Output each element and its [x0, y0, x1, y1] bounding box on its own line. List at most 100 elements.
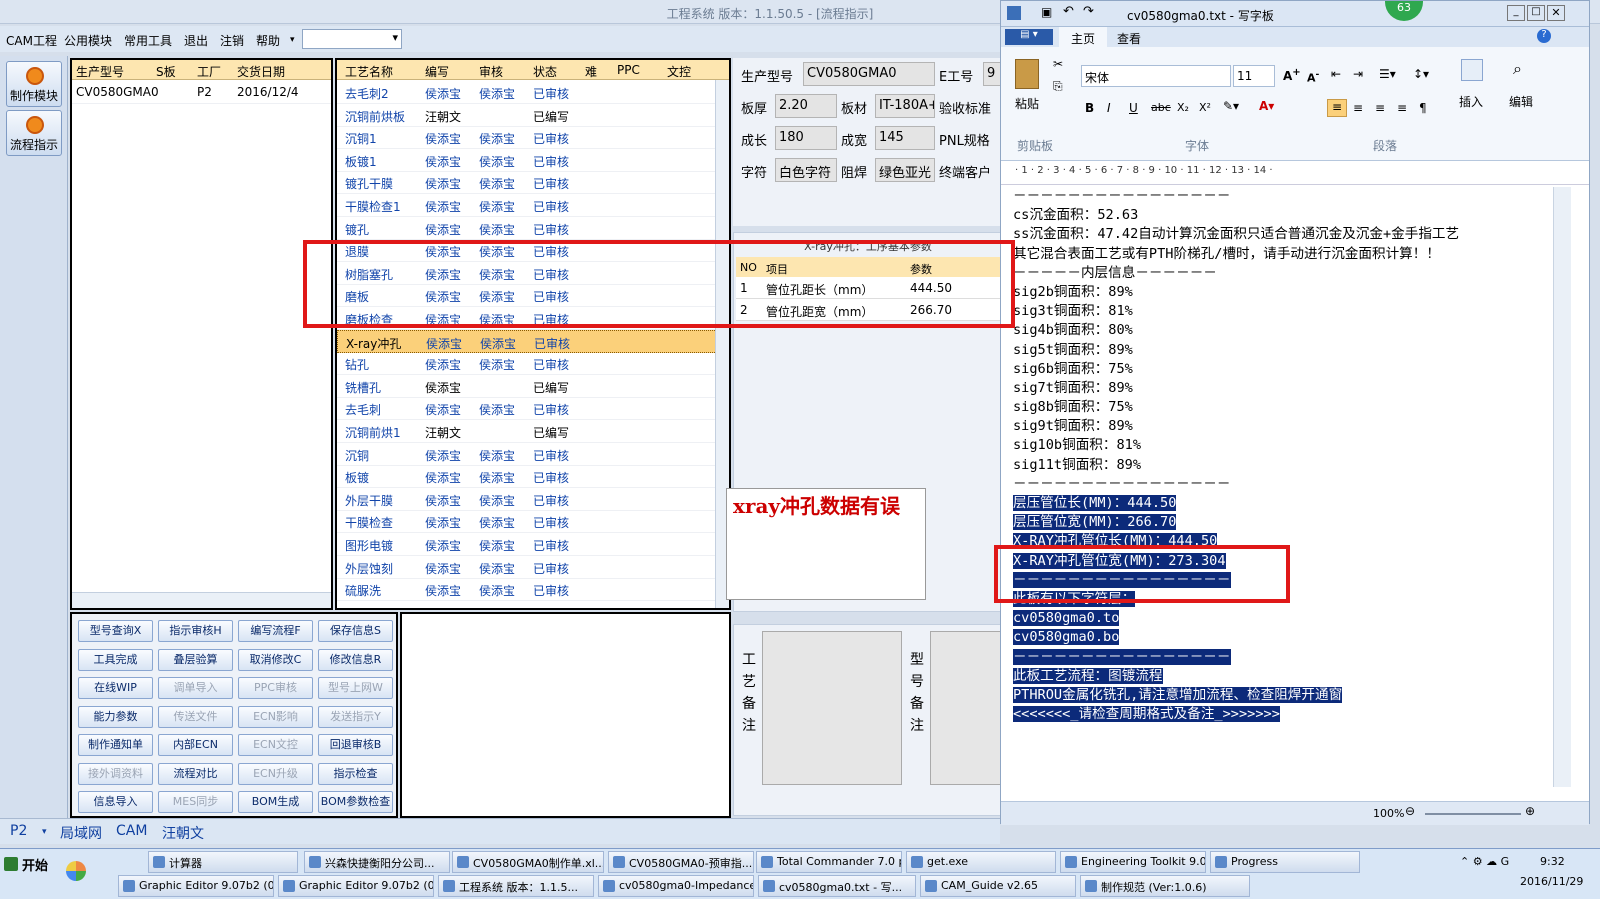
legend-field[interactable]: 白色字符 — [775, 158, 837, 182]
cut-icon[interactable]: ✂ — [1053, 57, 1063, 71]
table-row[interactable]: 镀孔 侯添宝 侯添宝 已审核 — [337, 217, 729, 240]
table-row[interactable]: 去毛刺 侯添宝 侯添宝 已审核 — [337, 397, 729, 421]
tab-lan[interactable]: 局域网 — [60, 823, 102, 843]
material-field[interactable]: IT-180A+ — [875, 94, 935, 118]
table-row[interactable]: 外层干膜 侯添宝 侯添宝 已审核 — [337, 488, 729, 511]
redo-icon[interactable]: ↷ — [1083, 4, 1094, 19]
action-button[interactable]: 叠层验算 — [158, 648, 233, 671]
col-factory[interactable]: 工厂 — [197, 63, 221, 80]
table-row[interactable]: 干膜检查 侯添宝 侯添宝 已审核 — [337, 510, 729, 534]
maximize-icon[interactable]: □ — [1527, 5, 1545, 21]
decrease-indent-icon[interactable]: ⇤ — [1331, 67, 1341, 81]
action-button[interactable]: BOM生成 — [238, 791, 313, 813]
taskbar-item[interactable]: CV0580GMA0-预审指... — [608, 851, 754, 873]
taskbar-item[interactable]: cv0580gma0-Impedance... — [598, 875, 754, 897]
document-text[interactable]: －－－－－－－－－－－－－－－－ cs沉金面积：52.63 ss沉金面积：47.42… — [1013, 187, 1553, 787]
help-icon[interactable]: ? — [1537, 29, 1551, 43]
taskbar-item[interactable]: CV0580GMA0制作单.xl... — [452, 851, 604, 873]
solder-mask-field[interactable]: 绿色亚光 — [875, 158, 935, 182]
action-button[interactable]: 调单导入 — [158, 677, 233, 699]
action-button[interactable]: 取消修改C — [238, 648, 313, 671]
quick-launch-icon[interactable] — [66, 861, 86, 881]
action-button[interactable]: 内部ECN — [158, 734, 233, 756]
save-icon[interactable]: ▣ — [1041, 5, 1052, 19]
edit-label[interactable]: 编辑 — [1509, 93, 1533, 110]
table-row[interactable]: 硫脲洗 侯添宝 侯添宝 已审核 — [337, 578, 729, 602]
font-size-select[interactable]: 11 — [1233, 65, 1275, 87]
action-button[interactable]: 型号查询X — [78, 620, 153, 642]
table-row[interactable]: 板镀 侯添宝 侯添宝 已审核 — [337, 465, 729, 489]
tab-cam[interactable]: CAM — [116, 823, 147, 839]
font-family-select[interactable]: 宋体 — [1081, 65, 1231, 87]
zoom-in-icon[interactable]: ⊕ — [1525, 804, 1535, 818]
model-remark-field[interactable] — [930, 631, 1004, 785]
action-button[interactable]: 流程对比 — [158, 762, 233, 785]
col-s-board[interactable]: S板 — [156, 63, 176, 80]
tab-home[interactable]: 主页 — [1059, 27, 1107, 47]
action-button[interactable]: 制作通知单 — [78, 734, 153, 756]
insert-label[interactable]: 插入 — [1459, 93, 1483, 110]
horizontal-scrollbar[interactable] — [72, 592, 331, 608]
action-button[interactable]: 修改信息R — [318, 648, 393, 671]
action-button[interactable]: 在线WIP — [78, 677, 153, 699]
col-status[interactable]: 状态 — [533, 63, 557, 80]
chevron-down-icon[interactable]: ▾ — [42, 827, 47, 837]
font-color-icon[interactable]: A▾ — [1259, 99, 1274, 113]
table-row[interactable]: 图形电镀 侯添宝 侯添宝 已审核 — [337, 533, 729, 556]
shrink-font-icon[interactable]: A- — [1307, 69, 1319, 85]
menu-cam[interactable]: CAM工程 — [6, 32, 57, 49]
insert-icon[interactable] — [1461, 59, 1483, 81]
paragraph-icon[interactable]: ¶ — [1419, 101, 1427, 115]
subscript-icon[interactable]: X₂ — [1177, 101, 1189, 114]
col-ppc[interactable]: PPC — [617, 63, 640, 77]
make-module-button[interactable]: 制作模块 — [6, 61, 62, 107]
action-button[interactable]: PPC审核 — [238, 677, 313, 699]
action-button[interactable]: 信息导入 — [78, 791, 153, 813]
action-button[interactable]: ECN影响 — [238, 705, 313, 728]
width-field[interactable]: 145 — [875, 126, 935, 150]
table-row[interactable]: 去毛刺2 侯添宝 侯添宝 已审核 — [337, 81, 729, 104]
flow-guide-button[interactable]: 流程指示 — [6, 110, 62, 156]
superscript-icon[interactable]: X² — [1199, 101, 1211, 114]
paste-icon[interactable] — [1015, 59, 1039, 89]
tab-view[interactable]: 查看 — [1117, 30, 1141, 47]
thickness-field[interactable]: 2.20 — [775, 94, 837, 118]
vertical-scrollbar[interactable] — [1553, 187, 1571, 787]
action-button[interactable]: BOM参数检查 — [318, 791, 393, 813]
action-button[interactable]: 发送指示Y — [318, 705, 393, 728]
increase-indent-icon[interactable]: ⇥ — [1353, 67, 1363, 81]
col-author[interactable]: 编写 — [425, 63, 449, 80]
taskbar-item[interactable]: Total Commander 7.0 p... — [756, 851, 902, 873]
toolbar-combo[interactable] — [302, 29, 402, 49]
menu-help[interactable]: 帮助 — [256, 32, 280, 49]
action-button[interactable]: ECN文控 — [238, 734, 313, 756]
action-button[interactable]: ECN升级 — [238, 762, 313, 785]
action-button[interactable]: 工具完成 — [78, 648, 153, 671]
table-row[interactable]: 沉铜 侯添宝 侯添宝 已审核 — [337, 443, 729, 466]
action-button[interactable]: MES同步 — [158, 791, 233, 813]
bullets-icon[interactable]: ☰▾ — [1379, 67, 1396, 81]
taskbar-item[interactable]: Progress — [1210, 851, 1360, 873]
justify-icon[interactable]: ≡ — [1397, 101, 1407, 115]
italic-icon[interactable]: I — [1107, 101, 1111, 115]
zoom-out-icon[interactable]: ⊖ — [1405, 804, 1415, 818]
action-button[interactable]: 接外调资料 — [78, 762, 153, 785]
table-row[interactable]: 沉铜前烘1 汪朝文 已编写 — [337, 420, 729, 443]
table-row[interactable]: X-ray冲孔 侯添宝 侯添宝 已审核 — [337, 329, 729, 353]
table-row[interactable]: 镀孔干膜 侯添宝 侯添宝 已审核 — [337, 171, 729, 195]
table-row[interactable]: CV0580GMA0 P2 2016/12/4 — [72, 81, 331, 104]
action-button[interactable]: 能力参数 — [78, 705, 153, 728]
col-model[interactable]: 生产型号 — [76, 63, 124, 80]
menu-tools[interactable]: 常用工具 — [124, 32, 172, 49]
align-right-icon[interactable]: ≡ — [1375, 101, 1385, 115]
taskbar-item[interactable]: CAM_Guide v2.65 — [920, 875, 1076, 897]
highlight-icon[interactable]: ✎▾ — [1223, 99, 1239, 113]
table-row[interactable]: 外层蚀刻 侯添宝 侯添宝 已审核 — [337, 556, 729, 579]
action-button[interactable]: 保存信息S — [318, 620, 393, 642]
col-difficulty[interactable]: 难 — [585, 63, 597, 80]
menu-exit[interactable]: 退出 — [184, 32, 208, 49]
action-button[interactable]: 指示审核H — [158, 620, 233, 642]
col-process-name[interactable]: 工艺名称 — [345, 63, 393, 80]
align-center-icon[interactable]: ≡ — [1353, 101, 1363, 115]
align-left-icon[interactable]: ≡ — [1327, 99, 1347, 117]
